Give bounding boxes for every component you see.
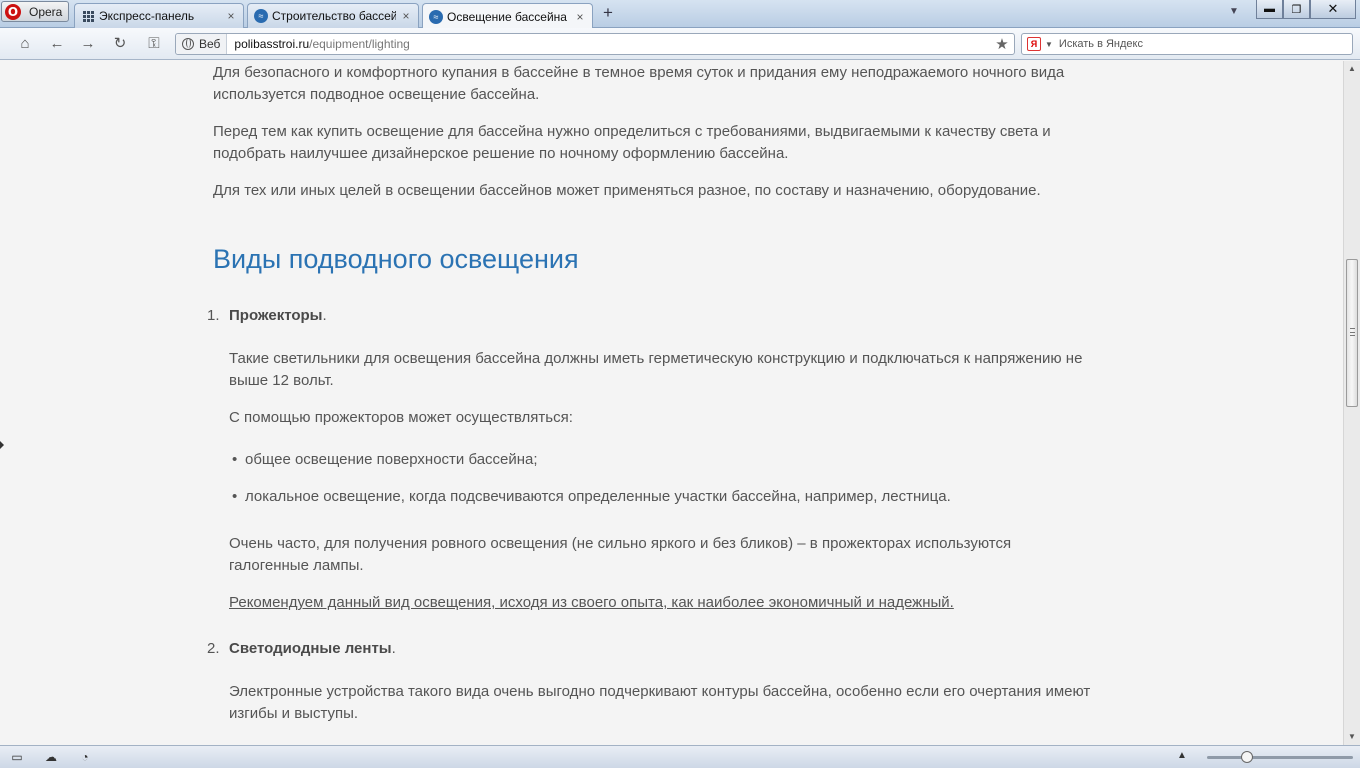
- item-title-projectors: Прожекторы.: [229, 307, 327, 324]
- recommendation-text: Рекомендуем данный вид освещения, исходя…: [229, 592, 1109, 614]
- zoom-slider-knob[interactable]: [1241, 751, 1253, 763]
- window-controls: ▬ ❐ ✕: [1256, 0, 1356, 20]
- tab-express-panel[interactable]: Экспресс-панель ×: [74, 3, 244, 28]
- scroll-up-arrow-icon[interactable]: ▲: [1344, 61, 1360, 77]
- tab-label: Экспресс-панель: [99, 9, 195, 23]
- url-text[interactable]: polibasstroi.ru/equipment/lighting: [227, 37, 993, 51]
- opera-menu-button[interactable]: O Opera: [1, 1, 69, 22]
- status-bar: ▭ ☁ ◔ ▲: [0, 745, 1360, 768]
- bullet-local-lighting: локальное освещение, когда подсвечиваютс…: [245, 488, 951, 505]
- zoom-slider[interactable]: [1207, 751, 1353, 763]
- panel-toggle-icon[interactable]: ▭: [9, 750, 25, 764]
- site-info-badge[interactable]: Веб: [176, 34, 228, 54]
- new-tab-button[interactable]: +: [599, 4, 617, 22]
- item-title-text: Светодиодные ленты: [229, 640, 392, 657]
- scrollbar-grip-icon: [1350, 328, 1355, 336]
- tab-pool-construction[interactable]: ≈ Строительство бассей... ×: [247, 3, 419, 28]
- led-strips-paragraph-1: Электронные устройства такого вида очень…: [229, 683, 1091, 722]
- navigation-bar: ⌂ ← → ↻ ⚿ Веб polibasstroi.ru/equipment/…: [0, 28, 1360, 60]
- grid-icon: [81, 9, 95, 23]
- projectors-paragraph-3: Очень часто, для получения ровного освещ…: [229, 535, 1012, 574]
- page-viewport: Для безопасного и комфортного купания в …: [0, 61, 1343, 745]
- close-window-button[interactable]: ✕: [1310, 0, 1356, 19]
- address-field[interactable]: Веб polibasstroi.ru/equipment/lighting ★: [175, 33, 1015, 55]
- projectors-paragraph-1: Такие светильники для освещения бассейна…: [229, 350, 1083, 389]
- pool-favicon-icon: ≈: [254, 9, 268, 23]
- search-engine-dropdown-icon[interactable]: ▼: [1045, 40, 1053, 49]
- bullet-general-lighting: общее освещение поверхности бассейна;: [245, 451, 538, 468]
- vertical-scrollbar[interactable]: ▲ ▼: [1343, 61, 1360, 745]
- back-icon[interactable]: ←: [48, 35, 66, 53]
- section-heading: Виды подводного освещения: [213, 244, 579, 274]
- scroll-down-arrow-icon[interactable]: ▼: [1344, 729, 1360, 745]
- reload-icon[interactable]: ↻: [111, 35, 129, 53]
- tab-label: Строительство бассей...: [272, 9, 396, 23]
- tab-bar: O Opera Экспресс-панель × ≈ Строительств…: [0, 0, 1360, 29]
- yandex-icon[interactable]: Я: [1027, 37, 1041, 51]
- tab-close-icon[interactable]: ×: [225, 9, 237, 23]
- search-placeholder: Искать в Яндекс: [1058, 38, 1143, 50]
- url-domain: polibasstroi.ru: [234, 37, 310, 51]
- url-path: /equipment/lighting: [309, 37, 410, 51]
- tab-close-icon[interactable]: ×: [400, 9, 412, 23]
- list-number: 1.: [207, 307, 220, 324]
- pool-favicon-icon: ≈: [429, 9, 443, 24]
- side-panel-toggle-icon[interactable]: [0, 441, 4, 449]
- opera-menu-label: Opera: [29, 4, 63, 19]
- forward-icon[interactable]: →: [79, 35, 97, 53]
- scrollbar-thumb[interactable]: [1346, 259, 1358, 407]
- item-title-text: Прожекторы: [229, 307, 323, 324]
- speed-dial-icon[interactable]: ◔: [77, 750, 93, 764]
- bullet-marker: •: [232, 488, 238, 505]
- intro-paragraph-3: Для тех или иных целей в освещении бассе…: [213, 182, 1041, 199]
- tab-label: Освещение бассейна: [447, 9, 567, 24]
- tab-pool-lighting[interactable]: ≈ Освещение бассейна ×: [422, 3, 593, 29]
- bullet-marker: •: [232, 451, 238, 468]
- intro-paragraph-1: Для безопасного и комфортного купания в …: [213, 64, 1065, 103]
- projectors-paragraph-2: С помощью прожекторов может осуществлять…: [229, 409, 573, 426]
- item-title-suffix: .: [391, 640, 396, 657]
- tab-close-icon[interactable]: ×: [574, 10, 586, 24]
- opera-logo-icon: O: [5, 3, 21, 20]
- tab-list-chevron-icon[interactable]: ▼: [1229, 6, 1239, 17]
- recommendation-link[interactable]: Рекомендуем данный вид освещения, исходя…: [229, 594, 954, 611]
- item-title-led-strips: Светодиодные ленты.: [229, 640, 396, 657]
- globe-icon: [182, 38, 194, 50]
- scroll-to-top-icon[interactable]: ▲: [1177, 750, 1187, 761]
- list-number: 2.: [207, 640, 220, 657]
- intro-paragraph-2: Перед тем как купить освещение для бассе…: [213, 123, 1051, 162]
- bookmark-star-icon[interactable]: ★: [993, 35, 1011, 53]
- item-title-suffix: .: [322, 307, 327, 324]
- search-field[interactable]: Я ▼ Искать в Яндекс: [1021, 33, 1353, 55]
- cloud-icon[interactable]: ☁: [43, 750, 59, 764]
- site-mode-label: Веб: [199, 37, 221, 51]
- home-icon[interactable]: ⌂: [16, 35, 34, 53]
- restore-button[interactable]: ❐: [1283, 0, 1310, 19]
- minimize-button[interactable]: ▬: [1256, 0, 1283, 19]
- key-icon[interactable]: ⚿: [143, 35, 165, 53]
